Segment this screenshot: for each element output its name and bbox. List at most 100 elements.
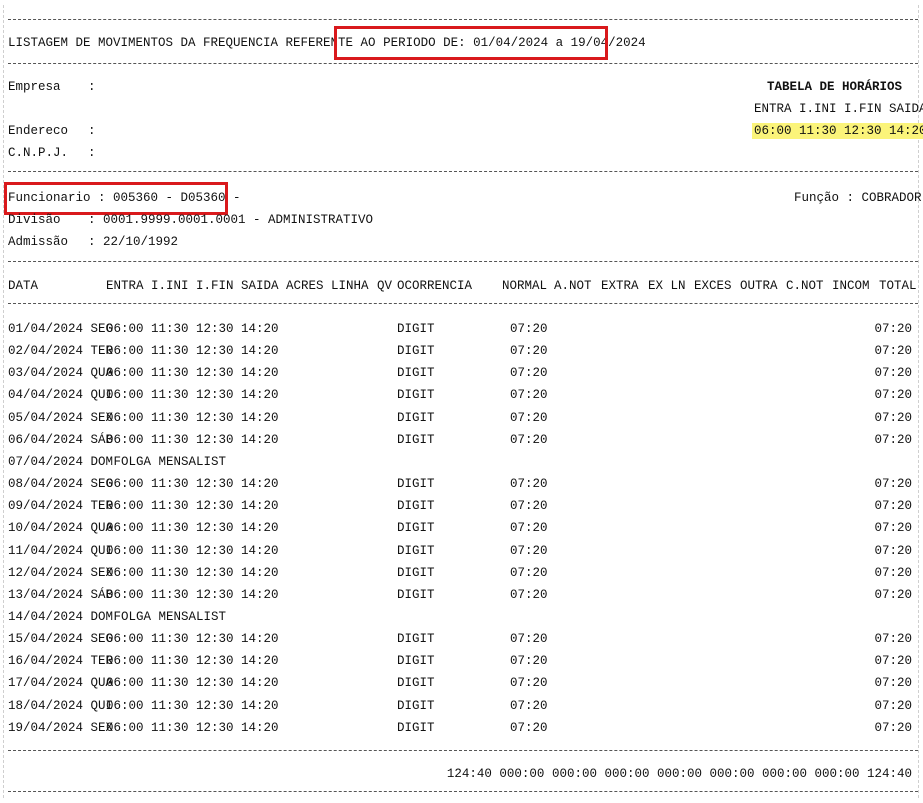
row-total: 07:20 — [874, 676, 912, 691]
col-header-exln: EX LN — [648, 279, 686, 293]
separator-line — [8, 171, 918, 172]
row-total: 07:20 — [874, 654, 912, 669]
row-times: 06:00 11:30 12:30 14:20 — [106, 720, 279, 735]
row-times: 06:00 11:30 12:30 14:20 — [106, 432, 279, 447]
row-times: 06:00 11:30 12:30 14:20 — [106, 499, 279, 514]
employee-funcao: Função : COBRADOR — [794, 190, 922, 206]
schedule-title: TABELA DE HORÁRIOS — [767, 80, 903, 94]
row-ocorrencia: DIGIT — [397, 477, 435, 492]
row-total: 07:20 — [874, 720, 912, 735]
empresa-label: Empresa — [8, 80, 61, 94]
row-date: 10/04/2024 QUA — [8, 521, 114, 536]
row-total: 07:20 — [874, 499, 912, 514]
row-times: 06:00 11:30 12:30 14:20 — [106, 388, 279, 403]
row-ocorrencia: DIGIT — [397, 366, 435, 381]
cnpj-label: C.N.P.J. — [8, 146, 69, 160]
table-row: 02/04/2024 TER 06:00 11:30 12:30 14:20 DIG… — [4, 343, 918, 359]
table-row: 11/04/2024 QUI 06:00 11:30 12:30 14:20 DIG… — [4, 543, 918, 559]
schedule-times: 06:00 11:30 12:30 14:20 — [752, 123, 923, 139]
row-normal: 07:20 — [510, 322, 548, 336]
col-header-incom: INCOM — [832, 279, 870, 293]
col-header-cnot: C.NOT — [786, 279, 824, 293]
row-ocorrencia: DIGIT — [397, 344, 435, 359]
col-header-total: TOTAL — [879, 279, 917, 293]
table-row: 17/04/2024 QUA 06:00 11:30 12:30 14:20 DIG… — [4, 675, 918, 691]
totals-row: 124:40 000:00 000:00 000:00 000:00 000:0… — [446, 767, 912, 781]
row-date: 18/04/2024 QUI — [8, 698, 114, 713]
col-header-outra: OUTRA — [740, 279, 778, 293]
col-header-anot: A.NOT — [554, 279, 592, 293]
separator-line — [8, 63, 918, 64]
col-header-ocorrencia: OCORRENCIA — [397, 279, 473, 293]
col-header-normal: NORMAL — [502, 279, 548, 293]
row-times: 06:00 11:30 12:30 14:20 — [106, 632, 279, 647]
row-normal: 07:20 — [510, 477, 548, 492]
row-date: 09/04/2024 TER — [8, 499, 114, 514]
row-total: 07:20 — [874, 388, 912, 403]
row-normal: 07:20 — [510, 654, 548, 669]
row-ocorrencia: DIGIT — [397, 543, 435, 558]
row-ocorrencia: DIGIT — [397, 632, 435, 647]
row-ocorrencia: DIGIT — [397, 587, 435, 602]
row-total: 07:20 — [874, 565, 912, 580]
col-header-data: DATA — [8, 279, 39, 293]
col-header-exces: EXCES — [694, 279, 732, 293]
funcao-label: Função : — [794, 191, 862, 205]
separator-line — [8, 791, 918, 792]
row-times: 06:00 11:30 12:30 14:20 — [106, 322, 279, 336]
table-row: 10/04/2024 QUA 06:00 11:30 12:30 14:20 DIG… — [4, 520, 918, 536]
row-normal: 07:20 — [510, 410, 548, 425]
row-normal: 07:20 — [510, 388, 548, 403]
row-total: 07:20 — [874, 543, 912, 558]
row-normal: 07:20 — [510, 565, 548, 580]
table-row: 14/04/2024 DOM FOLGA MENSALIST — [4, 609, 918, 625]
admissao-label: Admissão — [8, 235, 69, 249]
row-normal: 07:20 — [510, 543, 548, 558]
row-times: 06:00 11:30 12:30 14:20 — [106, 565, 279, 580]
row-ocorrencia: DIGIT — [397, 521, 435, 536]
row-date: 19/04/2024 SEX — [8, 720, 114, 735]
row-normal: 07:20 — [510, 720, 548, 735]
row-ocorrencia: DIGIT — [397, 388, 435, 403]
row-times: 06:00 11:30 12:30 14:20 — [106, 543, 279, 558]
row-date: 04/04/2024 QUI — [8, 388, 114, 403]
table-row: 19/04/2024 SEX 06:00 11:30 12:30 14:20 DIG… — [4, 720, 918, 736]
row-normal: 07:20 — [510, 676, 548, 691]
row-date: 08/04/2024 SEG — [8, 477, 114, 492]
table-row: 03/04/2024 QUA 06:00 11:30 12:30 14:20 DIG… — [4, 365, 918, 381]
row-times: 06:00 11:30 12:30 14:20 — [106, 698, 279, 713]
row-ocorrencia: DIGIT — [397, 720, 435, 735]
row-date: 16/04/2024 TER — [8, 654, 114, 669]
row-times: 06:00 11:30 12:30 14:20 — [106, 344, 279, 359]
row-times: 06:00 11:30 12:30 14:20 — [106, 587, 279, 602]
row-ocorrencia: DIGIT — [397, 432, 435, 447]
row-date: 17/04/2024 QUA — [8, 676, 114, 691]
row-normal: 07:20 — [510, 432, 548, 447]
row-date: 02/04/2024 TER — [8, 344, 114, 359]
table-row: 18/04/2024 QUI 06:00 11:30 12:30 14:20 DIG… — [4, 698, 918, 714]
row-times: 06:00 11:30 12:30 14:20 — [106, 521, 279, 536]
row-date: 07/04/2024 DOM — [8, 454, 114, 469]
divisao-label: Divisão — [8, 213, 61, 227]
row-date: 06/04/2024 SÁB — [8, 432, 114, 447]
row-date: 14/04/2024 DOM — [8, 609, 114, 624]
divisao-value: : 0001.9999.0001.0001 - ADMINISTRATIVO — [88, 213, 374, 227]
row-total: 07:20 — [874, 366, 912, 381]
row-total: 07:20 — [874, 410, 912, 425]
empresa-separator: : — [88, 80, 96, 94]
separator-line — [8, 303, 918, 304]
row-ocorrencia: DIGIT — [397, 654, 435, 669]
col-header-extra: EXTRA — [601, 279, 639, 293]
table-row: 12/04/2024 SEX 06:00 11:30 12:30 14:20 DIG… — [4, 565, 918, 581]
row-ocorrencia: DIGIT — [397, 676, 435, 691]
table-row: 08/04/2024 SEG 06:00 11:30 12:30 14:20 DIG… — [4, 476, 918, 492]
report-title-prefix: LISTAGEM DE MOVIMENTOS DA FREQUENCIA REF… — [8, 36, 384, 50]
row-date: 12/04/2024 SEX — [8, 565, 114, 580]
row-date: 05/04/2024 SEX — [8, 410, 114, 425]
table-row: 15/04/2024 SEG 06:00 11:30 12:30 14:20 DIG… — [4, 631, 918, 647]
row-total: 07:20 — [874, 344, 912, 359]
annotation-box-employee — [4, 182, 228, 215]
col-header-times: ENTRA I.INI I.FIN SAIDA ACRES LINHA — [106, 279, 369, 293]
row-ocorrencia: DIGIT — [397, 565, 435, 580]
report-page: LISTAGEM DE MOVIMENTOS DA FREQUENCIA REF… — [3, 5, 923, 798]
